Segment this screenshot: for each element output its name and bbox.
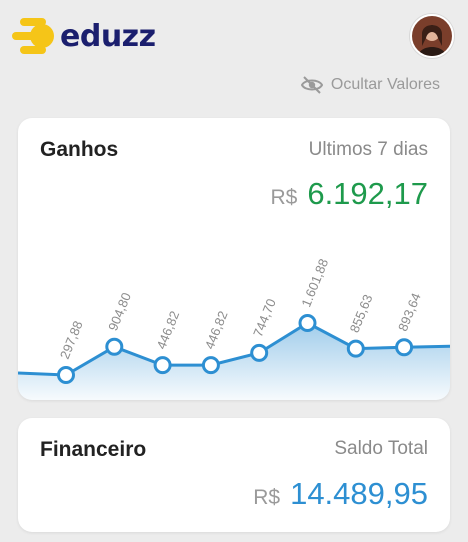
earnings-period[interactable]: Ultimos 7 dias bbox=[309, 139, 428, 161]
chart-point[interactable] bbox=[57, 366, 75, 384]
eduzz-logo[interactable]: eduzz bbox=[12, 16, 156, 56]
eye-off-icon bbox=[300, 76, 323, 94]
avatar[interactable] bbox=[410, 14, 454, 58]
earnings-total: R$ 6.192,17 bbox=[270, 176, 428, 212]
finance-currency: R$ bbox=[253, 486, 281, 509]
chart-data-label: 744,70 bbox=[250, 297, 279, 339]
earnings-card[interactable]: Ganhos Ultimos 7 dias R$ 6.192,17 297,88… bbox=[18, 118, 450, 400]
brand-name: eduzz bbox=[60, 18, 156, 54]
app-header: eduzz bbox=[0, 0, 468, 70]
finance-title: Financeiro bbox=[40, 438, 147, 461]
chart-data-label: 855,63 bbox=[347, 292, 376, 334]
chart-point[interactable] bbox=[250, 343, 269, 362]
earnings-total-value: 6.192,17 bbox=[307, 176, 428, 211]
hide-values-toggle[interactable]: Ocultar Valores bbox=[300, 76, 440, 94]
chart-point[interactable] bbox=[105, 337, 124, 356]
finance-total: R$ 14.489,95 bbox=[253, 476, 428, 512]
chart-point[interactable] bbox=[298, 314, 317, 332]
chart-data-label: 446,82 bbox=[202, 309, 231, 351]
chart-data-label: 893,64 bbox=[395, 291, 424, 333]
chart-data-label: 904,80 bbox=[105, 290, 134, 332]
eduzz-logo-icon bbox=[12, 16, 54, 56]
chart-point[interactable] bbox=[346, 339, 365, 358]
earnings-chart: 297,88 904,80 446,82 446,82 744,70 1.601,88 85… bbox=[18, 257, 450, 400]
chart-point[interactable] bbox=[153, 356, 172, 375]
chart-point[interactable] bbox=[201, 356, 220, 375]
finance-total-value: 14.489,95 bbox=[290, 476, 428, 511]
hide-values-label: Ocultar Valores bbox=[330, 76, 440, 93]
chart-data-label: 446,82 bbox=[153, 309, 182, 351]
chart-data-label: 297,88 bbox=[57, 319, 86, 361]
finance-subtitle: Saldo Total bbox=[334, 438, 428, 459]
chart-area bbox=[18, 323, 450, 400]
earnings-title: Ganhos bbox=[40, 138, 119, 161]
finance-card[interactable]: Financeiro Saldo Total R$ 14.489,95 bbox=[18, 418, 450, 532]
earnings-currency: R$ bbox=[270, 186, 298, 209]
chart-data-label: 1.601,88 bbox=[298, 257, 331, 310]
chart-point[interactable] bbox=[395, 338, 414, 357]
